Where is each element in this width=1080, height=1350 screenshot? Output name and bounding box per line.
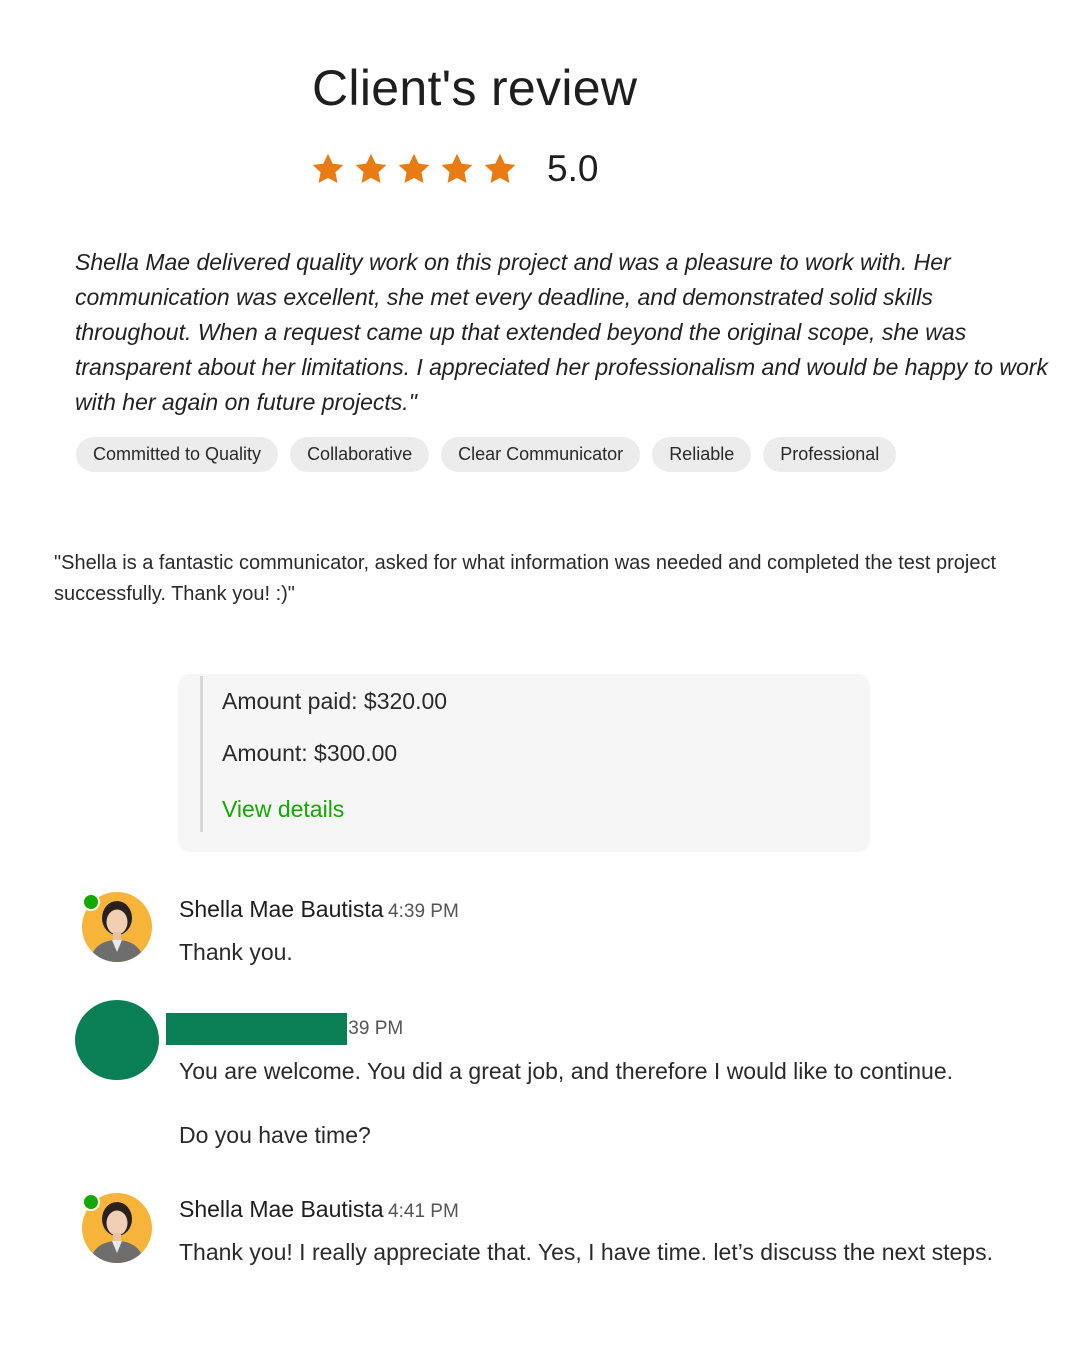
- online-status-dot: [82, 893, 100, 911]
- client-quote: "Shella is a fantastic communicator, ask…: [54, 552, 997, 605]
- sender-name[interactable]: Shella Mae Bautista: [179, 896, 384, 922]
- message-time: 4:41 PM: [388, 1201, 459, 1222]
- star-icon: [310, 151, 346, 187]
- message-header: Shella Mae Bautista 4:39 PM: [179, 896, 459, 923]
- skill-tag: Collaborative: [290, 437, 430, 472]
- avatar[interactable]: [75, 1000, 159, 1080]
- star-rating: 5.0: [310, 146, 598, 192]
- amount-paid: Amount paid: $320.00: [222, 688, 448, 714]
- message-text: You are welcome. You did a great job, an…: [179, 1058, 954, 1084]
- skill-tag: Reliable: [652, 437, 752, 472]
- star-icon: [439, 151, 475, 187]
- amount: Amount: $300.00: [222, 740, 398, 766]
- star-icon: [482, 151, 518, 187]
- message-time: :39 PM: [343, 1018, 404, 1039]
- online-status-dot: [82, 1193, 100, 1211]
- message-text: Do you have time?: [179, 1122, 371, 1148]
- star-icon: [353, 151, 389, 187]
- card-divider: [200, 676, 203, 832]
- rating-value: 5.0: [547, 148, 599, 189]
- message-text: Thank you.: [179, 939, 293, 965]
- message-header: Shella Mae Bautista 4:41 PM: [179, 1196, 459, 1223]
- skill-tag: Clear Communicator: [441, 437, 641, 472]
- review-text: Shella Mae delivered quality work on thi…: [75, 249, 1048, 415]
- skill-tag: Professional: [763, 437, 897, 472]
- redacted-sender-name: [166, 1013, 347, 1045]
- review-title: Client's review: [312, 60, 638, 116]
- sender-name[interactable]: Shella Mae Bautista: [179, 1196, 384, 1222]
- message-time: 4:39 PM: [388, 901, 459, 922]
- skill-tag: Committed to Quality: [76, 437, 279, 472]
- skill-tags: Committed to Quality Collaborative Clear…: [76, 437, 897, 472]
- star-icon: [396, 151, 432, 187]
- message-text: Thank you! I really appreciate that. Yes…: [179, 1239, 993, 1265]
- view-details-link[interactable]: View details: [222, 796, 344, 823]
- payment-card: Amount paid: $320.00 Amount: $300.00 Vie…: [178, 674, 870, 852]
